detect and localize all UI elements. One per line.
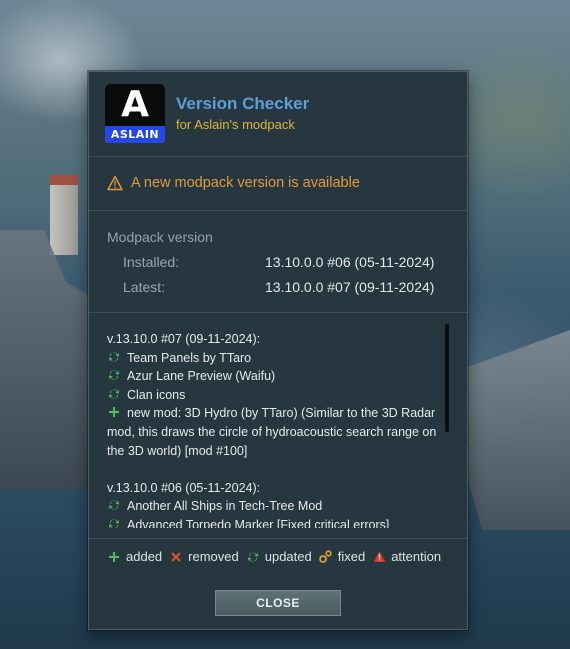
dialog-title: Version Checker <box>176 94 310 113</box>
list-item-continuation: mod, this draws the circle of hydroacous… <box>107 424 437 439</box>
update-alert: A new modpack version is available <box>107 175 360 191</box>
updated-icon <box>107 349 121 363</box>
changelog-version-header: v.13.10.0 #07 (09-11-2024): <box>107 332 261 346</box>
divider <box>89 210 467 211</box>
warning-triangle-icon <box>107 175 123 191</box>
removed-icon <box>169 550 183 564</box>
changelog-list[interactable]: v.13.10.0 #07 (09-11-2024): Team Panels … <box>107 330 447 528</box>
list-item: Another All Ships in Tech-Tree Mod <box>107 497 447 516</box>
changelog-version-header: v.13.10.0 #06 (05-11-2024): <box>107 480 261 495</box>
latest-version: 13.10.0.0 #07 (09-11-2024) <box>265 279 435 295</box>
list-item: new mod: 3D Hydro (by TTaro) (Similar to… <box>107 404 447 423</box>
alert-text: A new modpack version is available <box>131 175 360 191</box>
legend-updated: updated <box>246 549 312 564</box>
logo-letter: A <box>105 84 165 126</box>
updated-icon <box>107 367 121 381</box>
fixed-icon <box>319 550 333 564</box>
list-item-continuation: the 3D world) [mod #100] <box>107 443 248 458</box>
legend-fixed: fixed <box>319 549 365 564</box>
added-icon <box>107 404 121 418</box>
attention-icon <box>372 550 386 564</box>
close-button[interactable]: CLOSE <box>215 590 341 616</box>
updated-icon <box>246 550 260 564</box>
installed-label: Installed: <box>123 254 180 270</box>
background-lighthouse <box>50 175 78 255</box>
divider <box>89 312 467 313</box>
legend-removed: removed <box>169 549 239 564</box>
divider <box>89 156 467 157</box>
list-item: Clan icons <box>107 386 447 405</box>
legend-added: added <box>107 549 162 564</box>
divider <box>89 538 467 539</box>
legend: added removed updated fixed attention <box>107 549 448 564</box>
added-icon <box>107 550 121 564</box>
updated-icon <box>107 516 121 528</box>
list-item: Advanced Torpedo Marker [Fixed critical … <box>107 516 447 528</box>
installed-version: 13.10.0.0 #06 (05-11-2024) <box>265 254 435 270</box>
updated-icon <box>107 386 121 400</box>
list-item: Azur Lane Preview (Waifu) <box>107 367 447 386</box>
aslain-logo: A ASLAIN <box>105 84 165 143</box>
latest-label: Latest: <box>123 279 166 295</box>
list-item: Team Panels by TTaro <box>107 349 447 368</box>
legend-attention: attention <box>372 549 441 564</box>
changelog-scrollbar[interactable] <box>445 324 449 432</box>
dialog-header: A ASLAIN Version Checker for Aslain's mo… <box>89 72 467 156</box>
updated-icon <box>107 497 121 511</box>
dialog-subtitle: for Aslain's modpack <box>176 117 295 132</box>
modpack-version-label: Modpack version <box>107 229 213 245</box>
version-checker-dialog: A ASLAIN Version Checker for Aslain's mo… <box>88 71 468 630</box>
logo-text: ASLAIN <box>105 126 165 143</box>
